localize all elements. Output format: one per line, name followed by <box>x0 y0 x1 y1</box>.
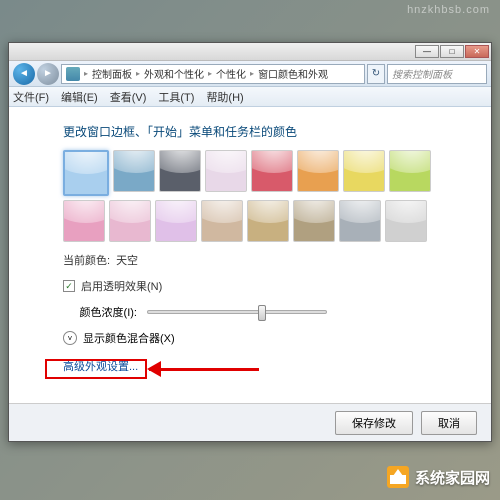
current-color-row: 当前颜色: 天空 <box>63 252 467 268</box>
transparency-row: ✓ 启用透明效果(N) <box>63 278 467 294</box>
menu-help[interactable]: 帮助(H) <box>206 89 243 105</box>
chevron-right-icon: ▸ <box>250 69 254 78</box>
crumb-personalization[interactable]: 个性化 <box>216 66 246 81</box>
close-button[interactable]: ✕ <box>465 45 489 58</box>
minimize-button[interactable]: — <box>415 45 439 58</box>
slider-thumb[interactable] <box>258 305 266 321</box>
breadcrumb[interactable]: ▸ 控制面板 ▸ 外观和个性化 ▸ 个性化 ▸ 窗口颜色和外观 <box>61 64 365 84</box>
menu-tools[interactable]: 工具(T) <box>158 89 194 105</box>
current-color-label: 当前颜色: <box>63 252 110 268</box>
control-panel-window: — □ ✕ ◄ ► ▸ 控制面板 ▸ 外观和个性化 ▸ 个性化 ▸ 窗口颜色和外… <box>8 42 492 442</box>
chevron-right-icon: ▸ <box>208 69 212 78</box>
color-swatch[interactable] <box>247 200 289 242</box>
forward-button[interactable]: ► <box>37 63 59 85</box>
save-button[interactable]: 保存修改 <box>335 411 413 435</box>
menu-file[interactable]: 文件(F) <box>13 89 49 105</box>
watermark-url: hnzkhbsb.com <box>407 4 490 16</box>
color-swatch[interactable] <box>389 150 431 192</box>
crumb-root[interactable]: 控制面板 <box>92 66 132 81</box>
navigation-bar: ◄ ► ▸ 控制面板 ▸ 外观和个性化 ▸ 个性化 ▸ 窗口颜色和外观 ↻ 搜索… <box>9 61 491 87</box>
watermark-text: 系统家园网 <box>415 467 490 488</box>
intensity-slider[interactable] <box>147 310 327 314</box>
color-swatch[interactable] <box>201 200 243 242</box>
current-color-value: 天空 <box>116 252 138 268</box>
control-panel-icon <box>66 67 80 81</box>
color-swatch[interactable] <box>63 150 109 196</box>
crumb-window-color[interactable]: 窗口颜色和外观 <box>258 66 328 81</box>
show-mixer-label: 显示颜色混合器(X) <box>83 330 175 346</box>
crumb-appearance[interactable]: 外观和个性化 <box>144 66 204 81</box>
footer-bar: 保存修改 取消 <box>9 403 491 441</box>
color-swatch[interactable] <box>205 150 247 192</box>
refresh-button[interactable]: ↻ <box>367 64 385 84</box>
search-input[interactable]: 搜索控制面板 <box>387 64 487 84</box>
color-swatch[interactable] <box>339 200 381 242</box>
menu-view[interactable]: 查看(V) <box>110 89 147 105</box>
color-swatch[interactable] <box>343 150 385 192</box>
color-swatch[interactable] <box>159 150 201 192</box>
advanced-appearance-link[interactable]: 高级外观设置... <box>63 358 467 374</box>
show-mixer-toggle[interactable]: ˅ 显示颜色混合器(X) <box>63 330 467 346</box>
menu-bar: 文件(F) 编辑(E) 查看(V) 工具(T) 帮助(H) <box>9 87 491 107</box>
watermark: 系统家园网 <box>387 466 490 488</box>
color-swatch[interactable] <box>113 150 155 192</box>
transparency-label: 启用透明效果(N) <box>81 278 162 294</box>
title-bar: — □ ✕ <box>9 43 491 61</box>
maximize-button[interactable]: □ <box>440 45 464 58</box>
color-swatches <box>63 150 443 242</box>
color-swatch[interactable] <box>155 200 197 242</box>
back-button[interactable]: ◄ <box>13 63 35 85</box>
transparency-checkbox[interactable]: ✓ <box>63 280 75 292</box>
color-swatch[interactable] <box>293 200 335 242</box>
menu-edit[interactable]: 编辑(E) <box>61 89 98 105</box>
chevron-down-icon: ˅ <box>63 331 77 345</box>
color-swatch[interactable] <box>297 150 339 192</box>
color-swatch[interactable] <box>385 200 427 242</box>
color-swatch[interactable] <box>109 200 151 242</box>
cancel-button[interactable]: 取消 <box>421 411 477 435</box>
color-swatch[interactable] <box>251 150 293 192</box>
house-icon <box>387 466 409 488</box>
page-title: 更改窗口边框、「开始」菜单和任务栏的颜色 <box>63 123 467 140</box>
chevron-right-icon: ▸ <box>84 69 88 78</box>
color-swatch[interactable] <box>63 200 105 242</box>
intensity-label: 颜色浓度(I): <box>63 304 137 320</box>
chevron-right-icon: ▸ <box>136 69 140 78</box>
content-area: 更改窗口边框、「开始」菜单和任务栏的颜色 当前颜色: 天空 ✓ 启用透明效果(N… <box>9 107 491 403</box>
intensity-row: 颜色浓度(I): <box>63 304 467 320</box>
